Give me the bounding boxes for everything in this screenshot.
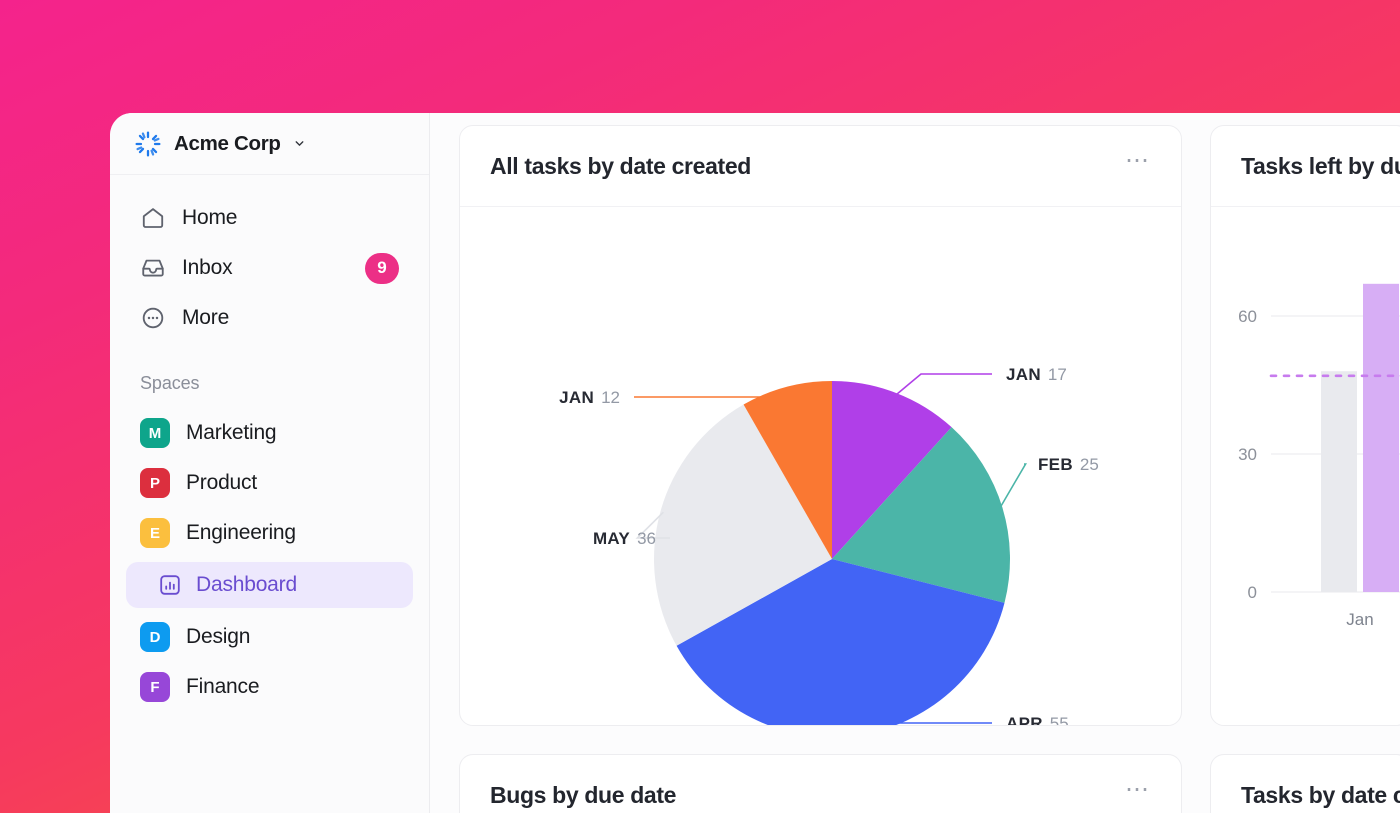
x-axis-label: Jan: [1346, 610, 1373, 629]
widget-grid: All tasks by date created ⋯ JAN 17 FEB 25 AP…: [430, 125, 1400, 813]
nav-label-more: More: [182, 306, 230, 329]
space-label: Engineering: [186, 521, 296, 544]
spinner-starburst-icon: [135, 130, 161, 157]
bar-y-axis-ticks: 0 30 60: [1238, 307, 1257, 602]
card-title: Tasks left by due date: [1241, 152, 1400, 179]
card-all-tasks-by-date-created: All tasks by date created ⋯ JAN 17 FEB 25 AP…: [459, 125, 1182, 726]
pie-label: JAN 17: [1006, 365, 1067, 384]
nav-item-home[interactable]: Home: [124, 193, 415, 243]
pie-chart-body: JAN 17 FEB 25 APR 55 MAY 36 JAN 12: [460, 207, 1181, 725]
sidebar-item-dashboard-label: Dashboard: [196, 573, 297, 596]
home-icon: [142, 208, 164, 228]
bar-series[interactable]: [1321, 283, 1399, 592]
screenshot-root: Acme Corp Home Inbox 9 More Spaces M Mar…: [0, 0, 1400, 813]
pie-leader-line: [634, 389, 788, 398]
space-avatar: D: [140, 622, 170, 652]
space-label: Marketing: [186, 421, 277, 444]
nav-label-inbox: Inbox: [182, 256, 233, 279]
card-title: All tasks by date created: [490, 152, 751, 179]
pie-chart[interactable]: JAN 17 FEB 25 APR 55 MAY 36 JAN 12: [460, 207, 1181, 725]
space-label: Finance: [186, 675, 260, 698]
app-window: Acme Corp Home Inbox 9 More Spaces M Mar…: [110, 113, 1400, 813]
spaces-section: Spaces M Marketing P Product E Engineeri…: [110, 343, 429, 712]
workspace-switcher[interactable]: Acme Corp: [110, 113, 429, 175]
card-header: Bugs by due date ⋯: [460, 755, 1181, 813]
bar-chart-square-icon: [160, 575, 180, 595]
card-tasks-by-date-created: Tasks by date created: [1210, 754, 1400, 813]
more-circle-icon: [142, 307, 164, 329]
pie-leader-line: [894, 373, 992, 397]
y-axis-tick-label: 60: [1238, 307, 1257, 326]
card-title: Bugs by due date: [490, 781, 677, 808]
pie-leader-line: [998, 463, 1027, 509]
pie-label: APR 55: [1006, 714, 1069, 725]
space-label: Product: [186, 471, 257, 494]
pie-label: FEB 25: [1038, 455, 1099, 474]
card-tasks-left-by-due-date: Tasks left by due date 0 30 60 Jan: [1210, 125, 1400, 726]
nav-item-more[interactable]: More: [124, 293, 415, 343]
space-item-finance[interactable]: F Finance: [124, 662, 415, 712]
card-bugs-by-due-date: Bugs by due date ⋯: [459, 754, 1182, 813]
spaces-section-title: Spaces: [140, 373, 200, 393]
nav-item-inbox[interactable]: Inbox 9: [124, 243, 415, 293]
bar-chart[interactable]: 0 30 60 Jan: [1211, 207, 1400, 725]
y-axis-tick-label: 0: [1248, 583, 1257, 602]
workspace-name: Acme Corp: [174, 131, 281, 155]
card-menu-button[interactable]: ⋯: [1125, 149, 1151, 175]
card-header: All tasks by date created ⋯: [460, 126, 1181, 207]
card-header: Tasks left by due date: [1211, 126, 1400, 207]
bar[interactable]: [1363, 283, 1399, 592]
space-item-design[interactable]: D Design: [124, 612, 415, 662]
chevron-down-icon[interactable]: [293, 137, 306, 150]
pie-label: JAN 12: [559, 388, 620, 407]
pie-slices[interactable]: [654, 381, 1010, 725]
sidebar: Acme Corp Home Inbox 9 More Spaces M Mar…: [110, 113, 430, 813]
space-item-engineering[interactable]: E Engineering: [124, 508, 415, 558]
nav-label-home: Home: [182, 206, 238, 229]
sidebar-item-dashboard[interactable]: Dashboard: [126, 562, 413, 608]
dashboard-main: All tasks by date created ⋯ JAN 17 FEB 25 AP…: [430, 113, 1400, 813]
card-header: Tasks by date created: [1211, 755, 1400, 813]
space-label: Design: [186, 625, 251, 648]
pie-label: MAY 36: [593, 529, 656, 548]
bar[interactable]: [1321, 371, 1357, 592]
card-menu-button[interactable]: ⋯: [1125, 778, 1151, 804]
space-item-marketing[interactable]: M Marketing: [124, 408, 415, 458]
bar-chart-body: 0 30 60 Jan: [1211, 207, 1400, 725]
space-avatar: E: [140, 518, 170, 548]
space-avatar: P: [140, 468, 170, 498]
card-title: Tasks by date created: [1241, 781, 1400, 808]
y-axis-tick-label: 30: [1238, 445, 1257, 464]
space-avatar: M: [140, 418, 170, 448]
inbox-badge: 9: [365, 252, 399, 284]
primary-nav: Home Inbox 9 More: [110, 175, 429, 343]
space-item-product[interactable]: P Product: [124, 458, 415, 508]
bar-x-axis-labels: Jan: [1346, 610, 1373, 629]
inbox-icon: [142, 259, 164, 277]
space-avatar: F: [140, 672, 170, 702]
